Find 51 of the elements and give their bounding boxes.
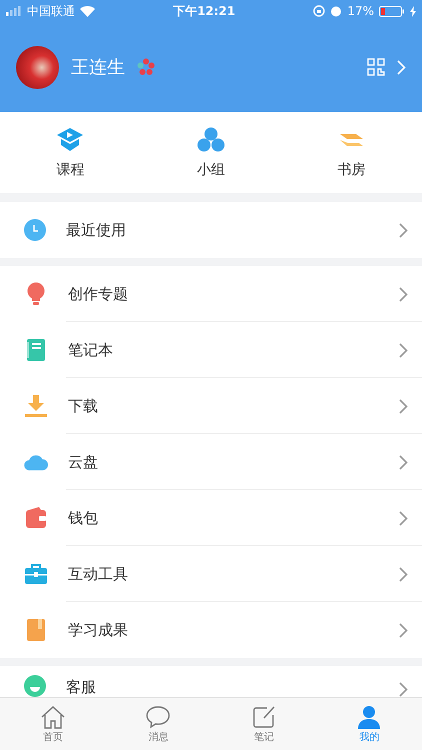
signal-icon: [6, 6, 22, 16]
chevron-right-icon: [399, 342, 408, 358]
home-icon: [40, 704, 66, 728]
alarm-clock-icon: [330, 5, 342, 17]
rotation-lock-icon: [313, 5, 326, 17]
toolbox-icon: [24, 563, 48, 585]
chevron-right-icon: [397, 60, 406, 74]
chevron-right-icon: [399, 682, 408, 697]
chevron-right-icon: [399, 510, 408, 526]
clock-icon: [24, 219, 46, 241]
shortcut-item[interactable]: 小组: [140, 112, 282, 193]
chevron-right-icon: [399, 398, 408, 414]
qr-code-icon[interactable]: [367, 58, 385, 76]
menu-item[interactable]: 笔记本: [0, 322, 422, 378]
lightbulb-icon: [25, 282, 47, 306]
menu-item[interactable]: 学习成果: [0, 602, 422, 658]
tab-bar-item[interactable]: 笔记: [211, 698, 316, 750]
chevron-right-icon: [399, 566, 408, 582]
shortcut-item[interactable]: 书房: [281, 112, 422, 193]
chevron-right-icon: [399, 286, 408, 302]
tab-bar-item[interactable]: 消息: [106, 698, 211, 750]
clock-time: 下午12:21: [173, 2, 236, 20]
battery-percent: 17%: [347, 4, 374, 18]
notebook-icon: [25, 338, 47, 362]
download-icon: [24, 394, 48, 418]
menu-item[interactable]: 钱包: [0, 490, 422, 546]
carrier-name: 中国联通: [27, 2, 75, 20]
menu-item[interactable]: 云盘: [0, 434, 422, 490]
circles-icon: [197, 126, 225, 152]
menu-item[interactable]: 最近使用: [0, 202, 422, 258]
person-icon: [356, 704, 382, 728]
menu-item[interactable]: 互动工具: [0, 546, 422, 602]
menu-item[interactable]: 客服: [0, 666, 422, 697]
wallet-icon: [25, 506, 47, 530]
chevron-right-icon: [399, 222, 408, 238]
user-name: 王连生: [71, 56, 125, 79]
charging-bolt-icon: [410, 6, 416, 16]
menu-item[interactable]: 创作专题: [0, 266, 422, 322]
speech-bubble-icon: [145, 704, 172, 728]
tab-bar-item[interactable]: 首页: [0, 698, 106, 750]
edit-note-icon: [250, 704, 277, 728]
shortcut-item[interactable]: 课程: [0, 112, 141, 193]
chevron-right-icon: [399, 454, 408, 470]
battery-icon: [379, 6, 405, 16]
menu-item[interactable]: 下载: [0, 378, 422, 434]
chevron-right-icon: [399, 622, 408, 638]
graduation-cap-icon: [56, 126, 84, 152]
book-icon: [25, 618, 47, 642]
flower-icon: [137, 58, 155, 76]
avatar[interactable]: [16, 46, 59, 88]
wifi-icon: [80, 6, 95, 16]
